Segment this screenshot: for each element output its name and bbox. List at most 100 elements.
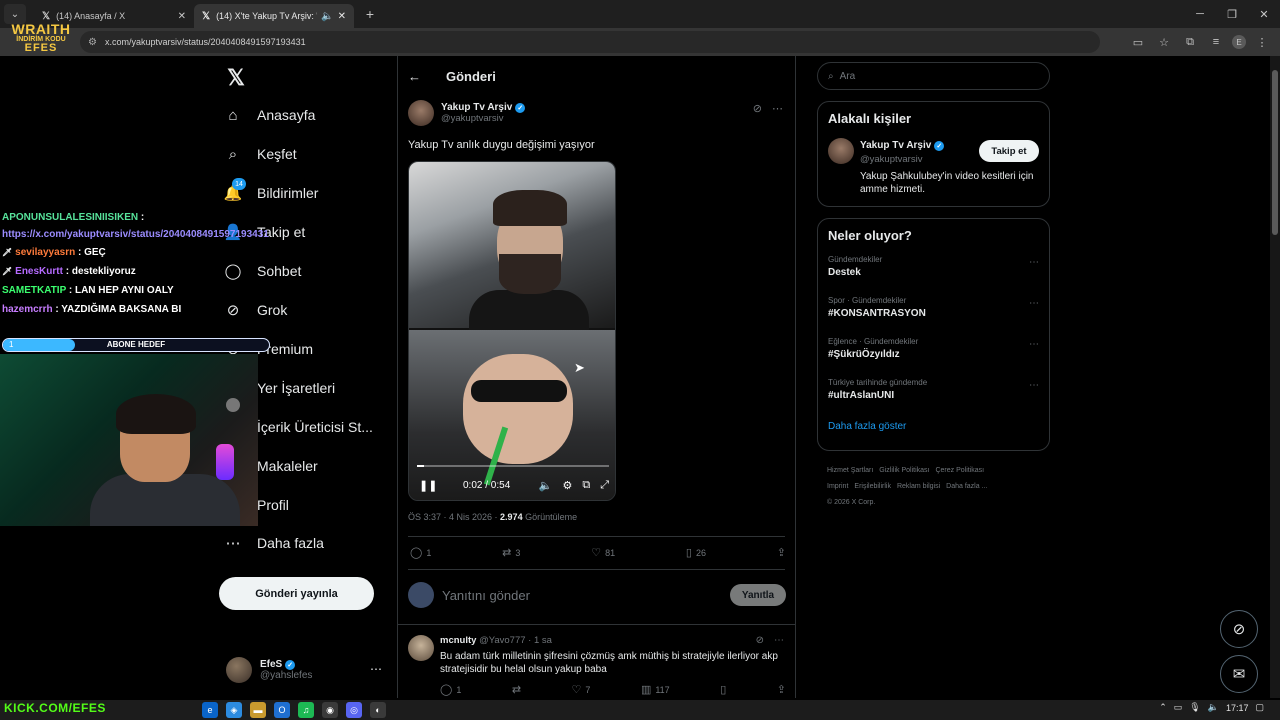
avatar[interactable] (828, 138, 854, 164)
cast-icon[interactable]: ▭ (1128, 32, 1148, 52)
footer-link[interactable]: Imprint (827, 483, 848, 490)
back-arrow-icon[interactable]: ← (408, 69, 424, 84)
views-action[interactable]: ▥ 117 (641, 683, 670, 696)
close-window-button[interactable]: ✕ (1248, 0, 1280, 28)
nav-item-anasayfa[interactable]: ⌂ Anasayfa (222, 96, 315, 134)
notification-icon[interactable]: ▢ (1255, 702, 1264, 713)
footer-link[interactable]: © 2026 X Corp. (827, 499, 875, 506)
reply-author-handle: @Yavo777 · 1 sa (479, 635, 552, 646)
more-icon[interactable]: ⋯ (1029, 339, 1039, 350)
more-icon[interactable]: ⋯ (1029, 257, 1039, 268)
page-scrollbar[interactable] (1270, 56, 1280, 698)
share-action[interactable]: ⇪ (777, 683, 786, 696)
footer-link[interactable]: Erişilebilirlik (854, 483, 891, 490)
browser-tab-active[interactable]: 𝕏 (14) X'te Yakup Tv Arşiv: "Ya 🔈 ✕ (194, 4, 354, 28)
new-tab-button[interactable]: + (360, 4, 380, 24)
like-action[interactable]: ♡ 81 (591, 546, 615, 559)
more-icon[interactable]: ⋯ (370, 662, 382, 676)
scrollbar-thumb[interactable] (1272, 70, 1278, 235)
more-icon[interactable]: ⋯ (1029, 298, 1039, 309)
account-switcher[interactable]: EfeS ✓ @yahslefes ⋯ (226, 654, 386, 686)
pause-icon[interactable]: ❚❚ (419, 479, 437, 492)
bookmark-star-icon[interactable]: ☆ (1154, 32, 1174, 52)
footer-link[interactable]: Reklam bilgisi (897, 483, 940, 490)
clock[interactable]: 17:17 (1226, 703, 1249, 713)
more-icon[interactable]: ⋯ (1029, 380, 1039, 391)
bookmark-action[interactable]: ▯ 26 (686, 546, 706, 559)
person-name[interactable]: Yakup Tv Arşiv (860, 140, 931, 151)
x-logo-icon[interactable]: 𝕏 (222, 64, 250, 92)
show-more-link[interactable]: Daha fazla göster (828, 421, 1049, 432)
fullscreen-icon[interactable]: ⤢ (600, 479, 609, 492)
maximize-button[interactable]: ❐ (1216, 0, 1248, 28)
extensions-icon[interactable]: ⧉ (1180, 32, 1200, 52)
url-field[interactable]: ⚙ x.com/yakuptvarsiv/status/204040849159… (80, 31, 1100, 53)
post-button[interactable]: Gönderi yayınla (219, 577, 374, 610)
minimize-button[interactable]: ─ (1184, 0, 1216, 28)
grok-icon[interactable]: ⊘ (753, 102, 762, 115)
nav-item-daha[interactable]: ⋯ Daha fazla (222, 524, 324, 562)
messages-fab-button[interactable]: ✉ (1220, 655, 1258, 693)
repost-action[interactable]: ⇄ 3 (502, 546, 520, 559)
settings-icon[interactable]: ⚙ (562, 479, 572, 492)
obs-icon[interactable]: ◐ (370, 702, 386, 718)
discord-icon[interactable]: ◎ (346, 702, 362, 718)
more-icon[interactable]: ⋯ (774, 635, 784, 646)
tray-chevron-icon[interactable]: ⌃ (1159, 702, 1167, 713)
reply-author-name[interactable]: mcnulty (440, 635, 476, 646)
footer-link[interactable]: Gizlilik Politikası (879, 467, 929, 474)
grok-fab-button[interactable]: ⊘ (1220, 610, 1258, 648)
nav-item-bildirimler[interactable]: 🔔 14 Bildirimler (222, 174, 318, 212)
reply-tools: ⊘ ⋯ (756, 635, 784, 646)
avatar[interactable] (408, 100, 434, 126)
author-handle[interactable]: @yakuptvarsiv (441, 113, 525, 124)
site-info-icon[interactable]: ⚙ (88, 37, 97, 48)
trend-item[interactable]: Gündemdekiler Destek ⋯ (818, 251, 1049, 292)
pip-icon[interactable]: ⧉ (582, 479, 590, 492)
share-action[interactable]: ⇪ (777, 546, 786, 559)
network-icon[interactable]: ▭ (1174, 702, 1183, 713)
spotify-icon[interactable]: ♫ (298, 702, 314, 718)
nav-item-keşfet[interactable]: ⌕ Keşfet (222, 135, 297, 173)
trend-item[interactable]: Eğlence · Gündemdekiler #ŞükrüÖzyıldız ⋯ (818, 333, 1049, 374)
search-input[interactable]: ⌕ Ara (817, 62, 1050, 90)
explorer-icon[interactable]: ▬ (250, 702, 266, 718)
reply-input[interactable]: Yanıtını gönder (442, 588, 530, 603)
reply-action[interactable]: ◯ 1 (440, 683, 461, 696)
footer-link[interactable]: Daha fazla ... (946, 483, 987, 490)
follow-button[interactable]: Takip et (979, 140, 1039, 162)
chat-link[interactable]: https://x.com/yakuptvarsiv/status/204040… (2, 227, 272, 243)
trend-item[interactable]: Spor · Gündemdekiler #KONSANTRASYON ⋯ (818, 292, 1049, 333)
browser-menu-icon[interactable]: ⋮ (1252, 32, 1272, 52)
like-action[interactable]: ♡ 7 (572, 683, 591, 696)
volume-icon[interactable]: 🔈 (539, 479, 553, 492)
outlook-icon[interactable]: O (274, 702, 290, 718)
video-progress-bar[interactable] (417, 465, 609, 467)
avatar[interactable] (408, 635, 434, 661)
search-placeholder: Ara (839, 70, 856, 82)
reply-action[interactable]: ◯ 1 (410, 546, 431, 559)
trend-item[interactable]: Türkiye tarihinde gündemde #ultrAslanUNI ⋯ (818, 374, 1049, 415)
speaker-icon[interactable]: 🔈 (321, 11, 333, 22)
close-icon[interactable]: ✕ (178, 11, 186, 22)
repost-action[interactable]: ⇄ (512, 683, 521, 696)
footer-link[interactable]: Hizmet Şartları (827, 467, 873, 474)
tweet-timestamp[interactable]: ÖS 3:37 · 4 Nis 2026 · (408, 512, 500, 522)
chrome-icon[interactable]: ◉ (322, 702, 338, 718)
video-player[interactable]: ❚❚ 0:02 / 0:54 🔈 ⚙ ⧉ ⤢ (408, 161, 616, 501)
copilot-icon[interactable]: ◈ (226, 702, 242, 718)
tweet-author[interactable]: Yakup Tv Arşiv ✓ @yakuptvarsiv (408, 100, 526, 126)
grok-icon[interactable]: ⊘ (756, 635, 764, 646)
volume-icon[interactable]: 🔈 (1208, 702, 1219, 713)
relevant-person[interactable]: Yakup Tv Arşiv ✓ @yakuptvarsiv Yakup Şahk… (818, 138, 1049, 198)
close-icon[interactable]: ✕ (338, 11, 346, 22)
profile-avatar[interactable]: E (1232, 35, 1246, 49)
bookmark-action[interactable]: ▯ (720, 683, 726, 696)
mic-icon[interactable]: 🎙 (1189, 702, 1200, 713)
more-icon[interactable]: ⋯ (772, 102, 783, 115)
edge-icon[interactable]: e (202, 702, 218, 718)
reply-button[interactable]: Yanıtla (730, 584, 786, 606)
media-icon[interactable]: ≡ (1206, 32, 1226, 52)
author-name[interactable]: Yakup Tv Arşiv (441, 102, 512, 113)
footer-link[interactable]: Çerez Politikası (935, 467, 984, 474)
